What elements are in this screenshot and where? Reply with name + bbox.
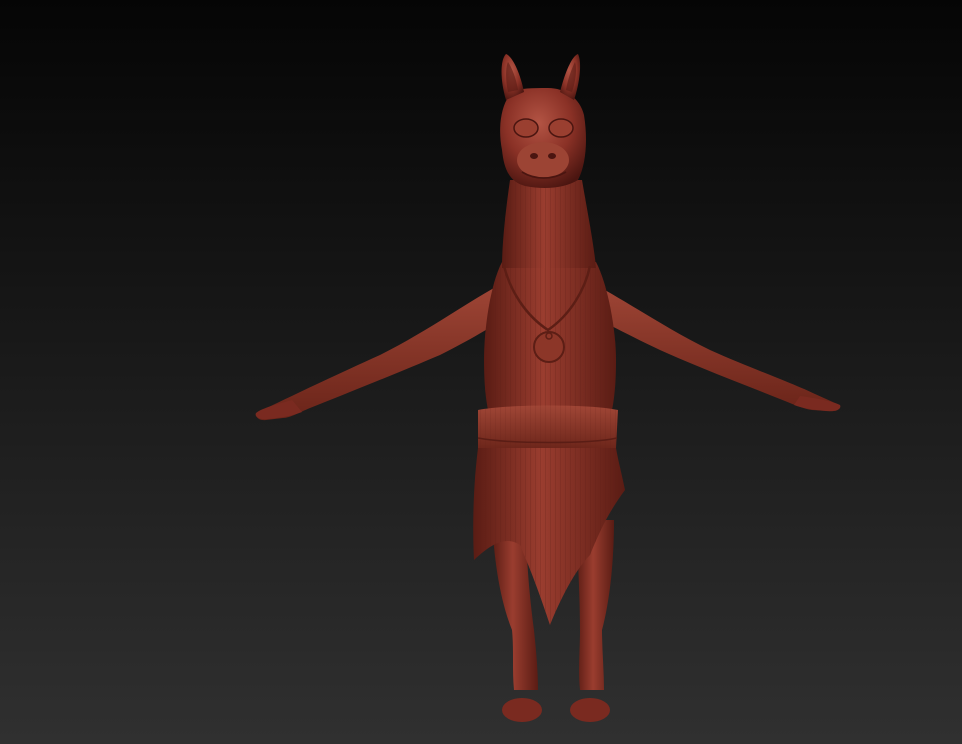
- 3d-viewport[interactable]: [0, 0, 962, 744]
- right-hoof: [570, 698, 610, 722]
- right-arm: [588, 282, 840, 412]
- left-arm: [256, 282, 510, 421]
- left-eye: [513, 118, 539, 138]
- left-hoof: [502, 698, 542, 722]
- right-eye: [548, 118, 574, 138]
- llama-sculpt-model[interactable]: [0, 0, 962, 744]
- necklace-pendant: [533, 331, 565, 363]
